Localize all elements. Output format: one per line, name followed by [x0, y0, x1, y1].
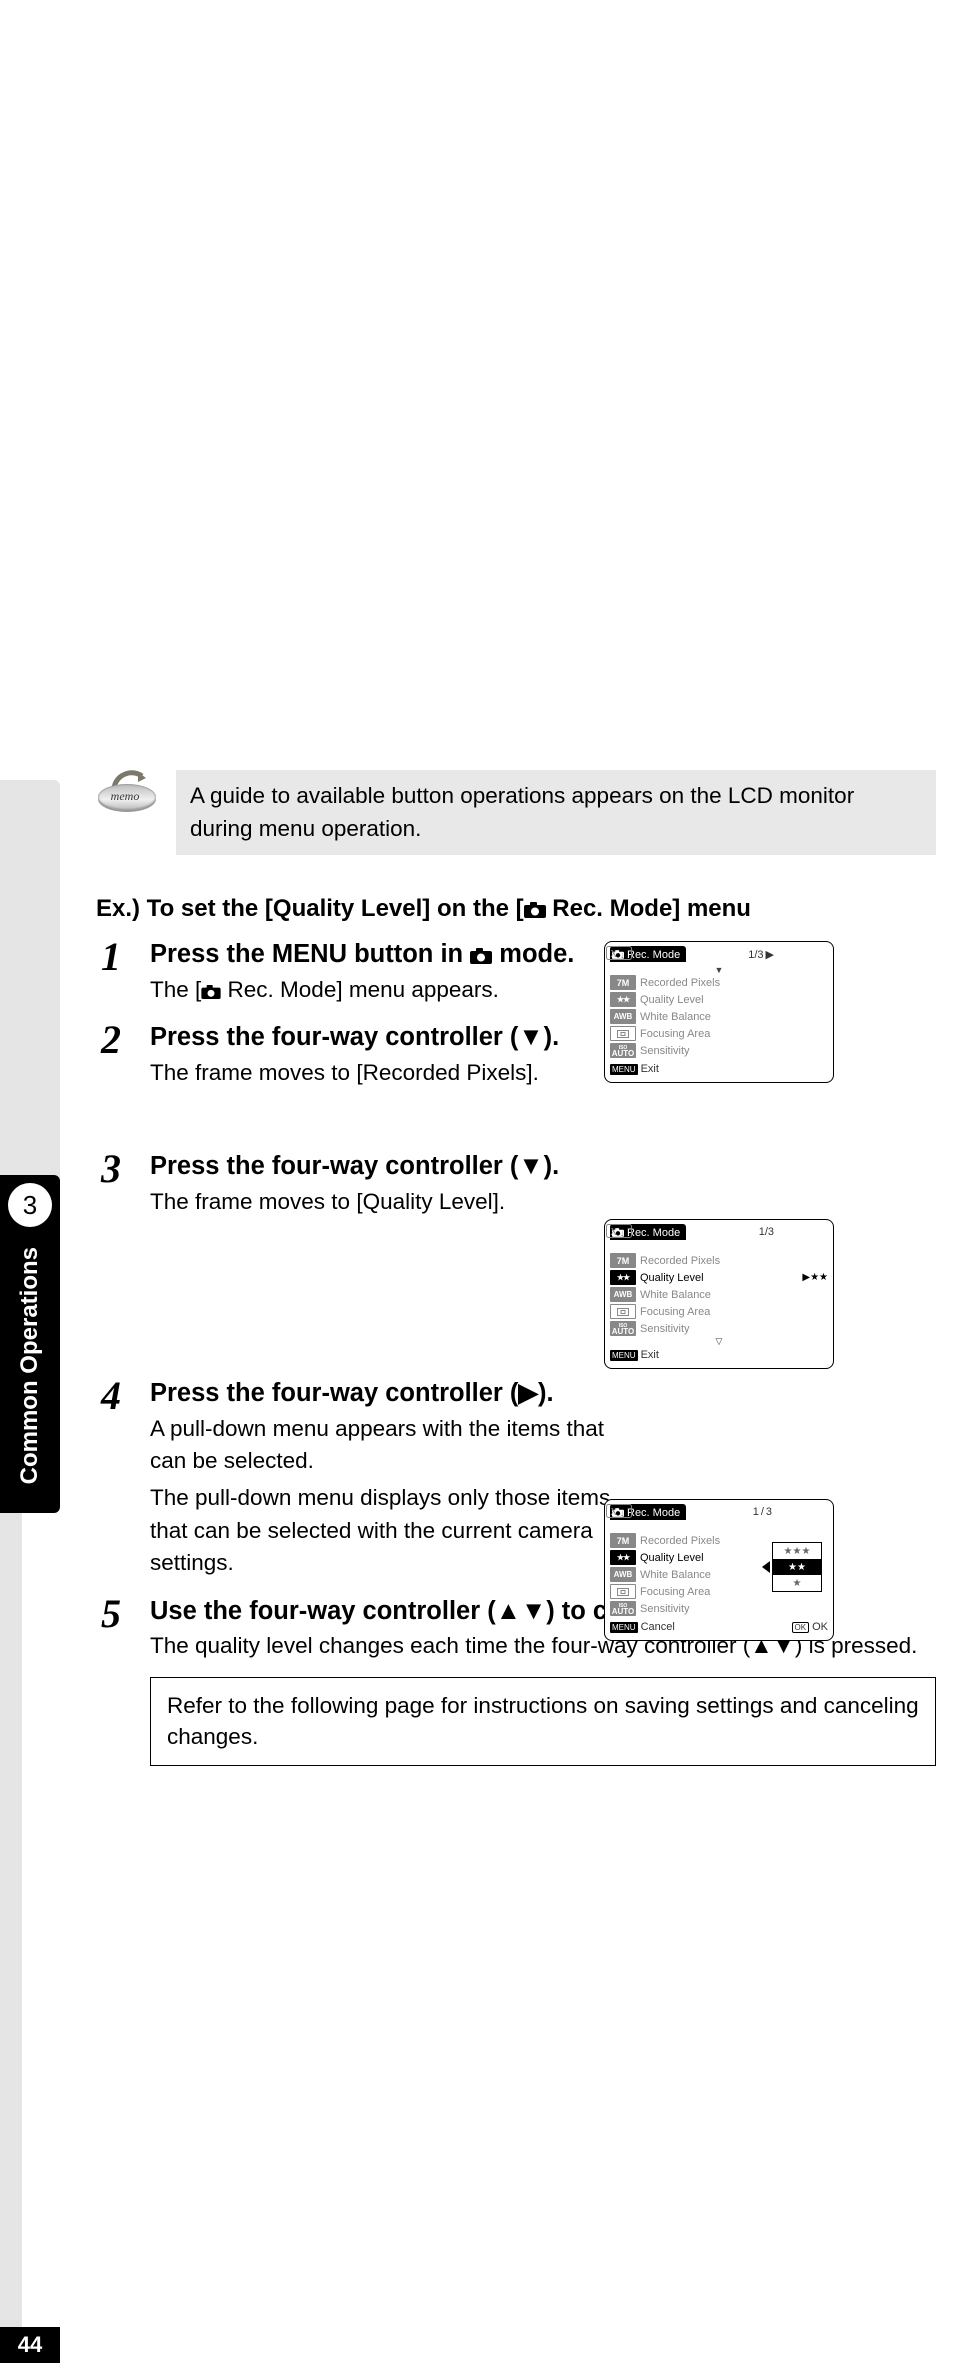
- chapter-number-badge: 3: [8, 1183, 52, 1227]
- scroll-down-icon: ▽: [610, 1337, 828, 1345]
- svg-text:↓: ↓: [620, 950, 625, 960]
- example-heading: Ex.) To set the [Quality Level] on the […: [96, 895, 936, 923]
- dropdown-pointer-icon: [762, 1561, 770, 1573]
- step-3: 3 Press the four-way controller (▼). The…: [96, 1149, 936, 1222]
- svg-text:X: X: [610, 949, 618, 960]
- camera-icon: [470, 948, 492, 964]
- step-1-title: Press the MENU button in mode.: [150, 937, 640, 971]
- memo-text: A guide to available button operations a…: [176, 770, 936, 855]
- svg-text:X: X: [610, 1507, 618, 1518]
- step-3-title: Press the four-way controller (▼).: [150, 1149, 640, 1183]
- page-number: 44: [0, 2327, 60, 2363]
- focus-area-chip-icon: [610, 1584, 636, 1599]
- quality-dropdown: ★★★ ★★ ★: [772, 1542, 822, 1592]
- lcd-screen-1: Rec. Mode 1/3▶ X↓ ▼ 7MRecorded Pixels ★★…: [604, 941, 834, 1083]
- lcd-screen-3: Rec. Mode 1/3 X↓ 7MRecorded Pixels ★★Qua…: [604, 1499, 834, 1641]
- refer-note: Refer to the following page for instruct…: [150, 1677, 936, 1766]
- svg-text:X: X: [610, 1227, 618, 1238]
- lcd-screen-2: Rec. Mode 1/3 X↓ 7MRecorded Pixels ★★Qua…: [604, 1219, 834, 1369]
- step-2-title: Press the four-way controller (▼).: [150, 1020, 640, 1054]
- left-rail-top: [0, 780, 60, 1196]
- step-2-desc: The frame moves to [Recorded Pixels].: [150, 1057, 640, 1090]
- scroll-down-icon: ▼: [610, 966, 828, 974]
- step-4-desc-1: A pull-down menu appears with the items …: [150, 1413, 640, 1478]
- chapter-title: Common Operations: [16, 1247, 44, 1484]
- svg-text:↓: ↓: [620, 1228, 625, 1238]
- step-4-title: Press the four-way controller (▶).: [150, 1376, 640, 1410]
- chapter-tab: 3 Common Operations: [0, 1175, 60, 1513]
- pager-arrow-icon: ▶: [766, 948, 774, 961]
- step-3-desc: The frame moves to [Quality Level].: [150, 1186, 640, 1219]
- camera-icon: [201, 985, 221, 999]
- step-4-desc-2: The pull-down menu displays only those i…: [150, 1482, 640, 1580]
- settings-tab-icon: X↓: [606, 1504, 632, 1518]
- settings-tab-icon: X↓: [606, 1224, 632, 1238]
- camera-icon: [524, 902, 546, 918]
- step-list: Rec. Mode 1/3▶ X↓ ▼ 7MRecorded Pixels ★★…: [96, 937, 936, 1667]
- svg-text:↓: ↓: [620, 1508, 625, 1518]
- settings-tab-icon: X↓: [606, 946, 632, 960]
- focus-area-chip-icon: [610, 1026, 636, 1041]
- step-1-desc: The [ Rec. Mode] menu appears.: [150, 974, 640, 1007]
- focus-area-chip-icon: [610, 1304, 636, 1319]
- memo-icon: memo: [96, 770, 160, 826]
